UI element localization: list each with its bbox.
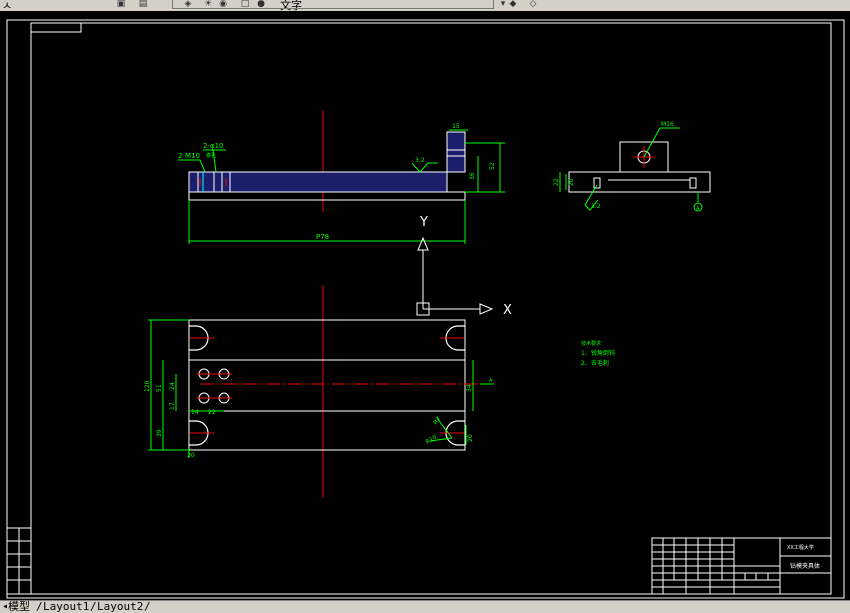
callout-hole: 2-φ10 (203, 142, 224, 150)
corner-box (30, 22, 82, 33)
dim-20-right: 20 (467, 434, 474, 442)
title-block-school: XX工程大学 (787, 544, 814, 551)
cube-icon[interactable]: ◇ (528, 0, 538, 9)
ucs-x-arrow (479, 303, 494, 315)
tab-layout1[interactable]: Layout1 (43, 601, 89, 613)
layer-dropdown[interactable] (0, 0, 110, 8)
dim-22: 22 (208, 409, 216, 416)
tab-model[interactable]: 模型 (8, 601, 30, 613)
notes-line-1: 1、锐角倒钝 (581, 349, 615, 357)
tab-layout2[interactable]: Layout2 (97, 601, 143, 613)
side-base (568, 171, 711, 193)
dim-r7: R7 (432, 416, 443, 427)
callout-hole-sub: 锪孔 (206, 152, 216, 159)
title-block-part-name: 钻模夹具体 (790, 562, 820, 570)
ucs-x-label: X (503, 303, 512, 318)
notes-line-2: 2、去毛刺 (581, 359, 609, 367)
side-roughness: 3.2 (591, 203, 601, 210)
plan-outline (188, 319, 466, 451)
dim-length: P78 (316, 233, 329, 241)
dropdown-arrow-icon[interactable]: ▾ (498, 0, 508, 9)
title-block: XX工程大学 钻模夹具体 (651, 537, 832, 595)
leader-thread-arrow (199, 159, 206, 173)
dim-r10: R10 (425, 434, 439, 446)
revision-strip (6, 527, 32, 595)
technical-notes: 技术要求 1、锐角倒钝 2、去毛刺 (581, 340, 615, 367)
side-datum: A (696, 206, 700, 212)
section-body (188, 171, 448, 193)
roughness-value: 3.2 (415, 157, 425, 164)
tab-separator: / (144, 600, 151, 613)
dim-14: 14 (191, 409, 199, 416)
dim-24: 24 (169, 382, 176, 390)
front-view: 2-M10 2-φ10 锪孔 P78 15 52 36 3.2 (178, 110, 505, 244)
roughness-symbol (411, 162, 438, 173)
dim-52: 52 (489, 162, 496, 170)
side-hole-left (593, 177, 601, 189)
side-callout-thread: M16 (661, 121, 674, 128)
datum-a: A (489, 378, 493, 384)
base-plate (188, 191, 466, 201)
plan-view: 120 51 39 24 17 14 22 20 34 A R7 R10 20 (144, 285, 494, 498)
tab-separator: / (36, 600, 43, 613)
dim-34: 34 (466, 384, 473, 392)
ucs-y-arrow (417, 236, 429, 251)
callout-thread: 2-M10 (178, 152, 200, 160)
dim-51: 51 (156, 384, 163, 392)
plot-icon[interactable]: ◆ (508, 0, 518, 9)
riser-slot (446, 149, 466, 157)
print-icon[interactable]: ▤ (138, 0, 148, 9)
dim-36: 36 (469, 172, 476, 180)
drawing-canvas[interactable]: 2-M10 2-φ10 锪孔 P78 15 52 36 3.2 M16 22 2… (0, 11, 850, 600)
side-leader-rough (584, 184, 598, 206)
side-dim-22: 22 (553, 178, 560, 186)
notes-title: 技术要求 (581, 340, 601, 347)
ucs-y-label: Y (419, 215, 428, 230)
dim-39: 39 (156, 429, 163, 437)
side-dim-20: 20 (568, 178, 575, 186)
drawing-svg[interactable]: 2-M10 2-φ10 锪孔 P78 15 52 36 3.2 M16 22 2… (0, 11, 850, 600)
layer-name-field[interactable] (172, 0, 494, 9)
side-view: M16 22 20 3.2 A (553, 121, 711, 212)
dim-120: 120 (144, 380, 151, 392)
layout-tab-bar: ◂ 模型 / Layout1 / Layout2 / (0, 600, 850, 613)
side-hole-right (689, 177, 697, 189)
dim-20-left: 20 (187, 452, 195, 459)
save-icon[interactable]: ▣ (116, 0, 126, 9)
dim-15: 15 (452, 123, 460, 130)
dim-17: 17 (169, 402, 176, 410)
tab-separator: / (90, 600, 97, 613)
